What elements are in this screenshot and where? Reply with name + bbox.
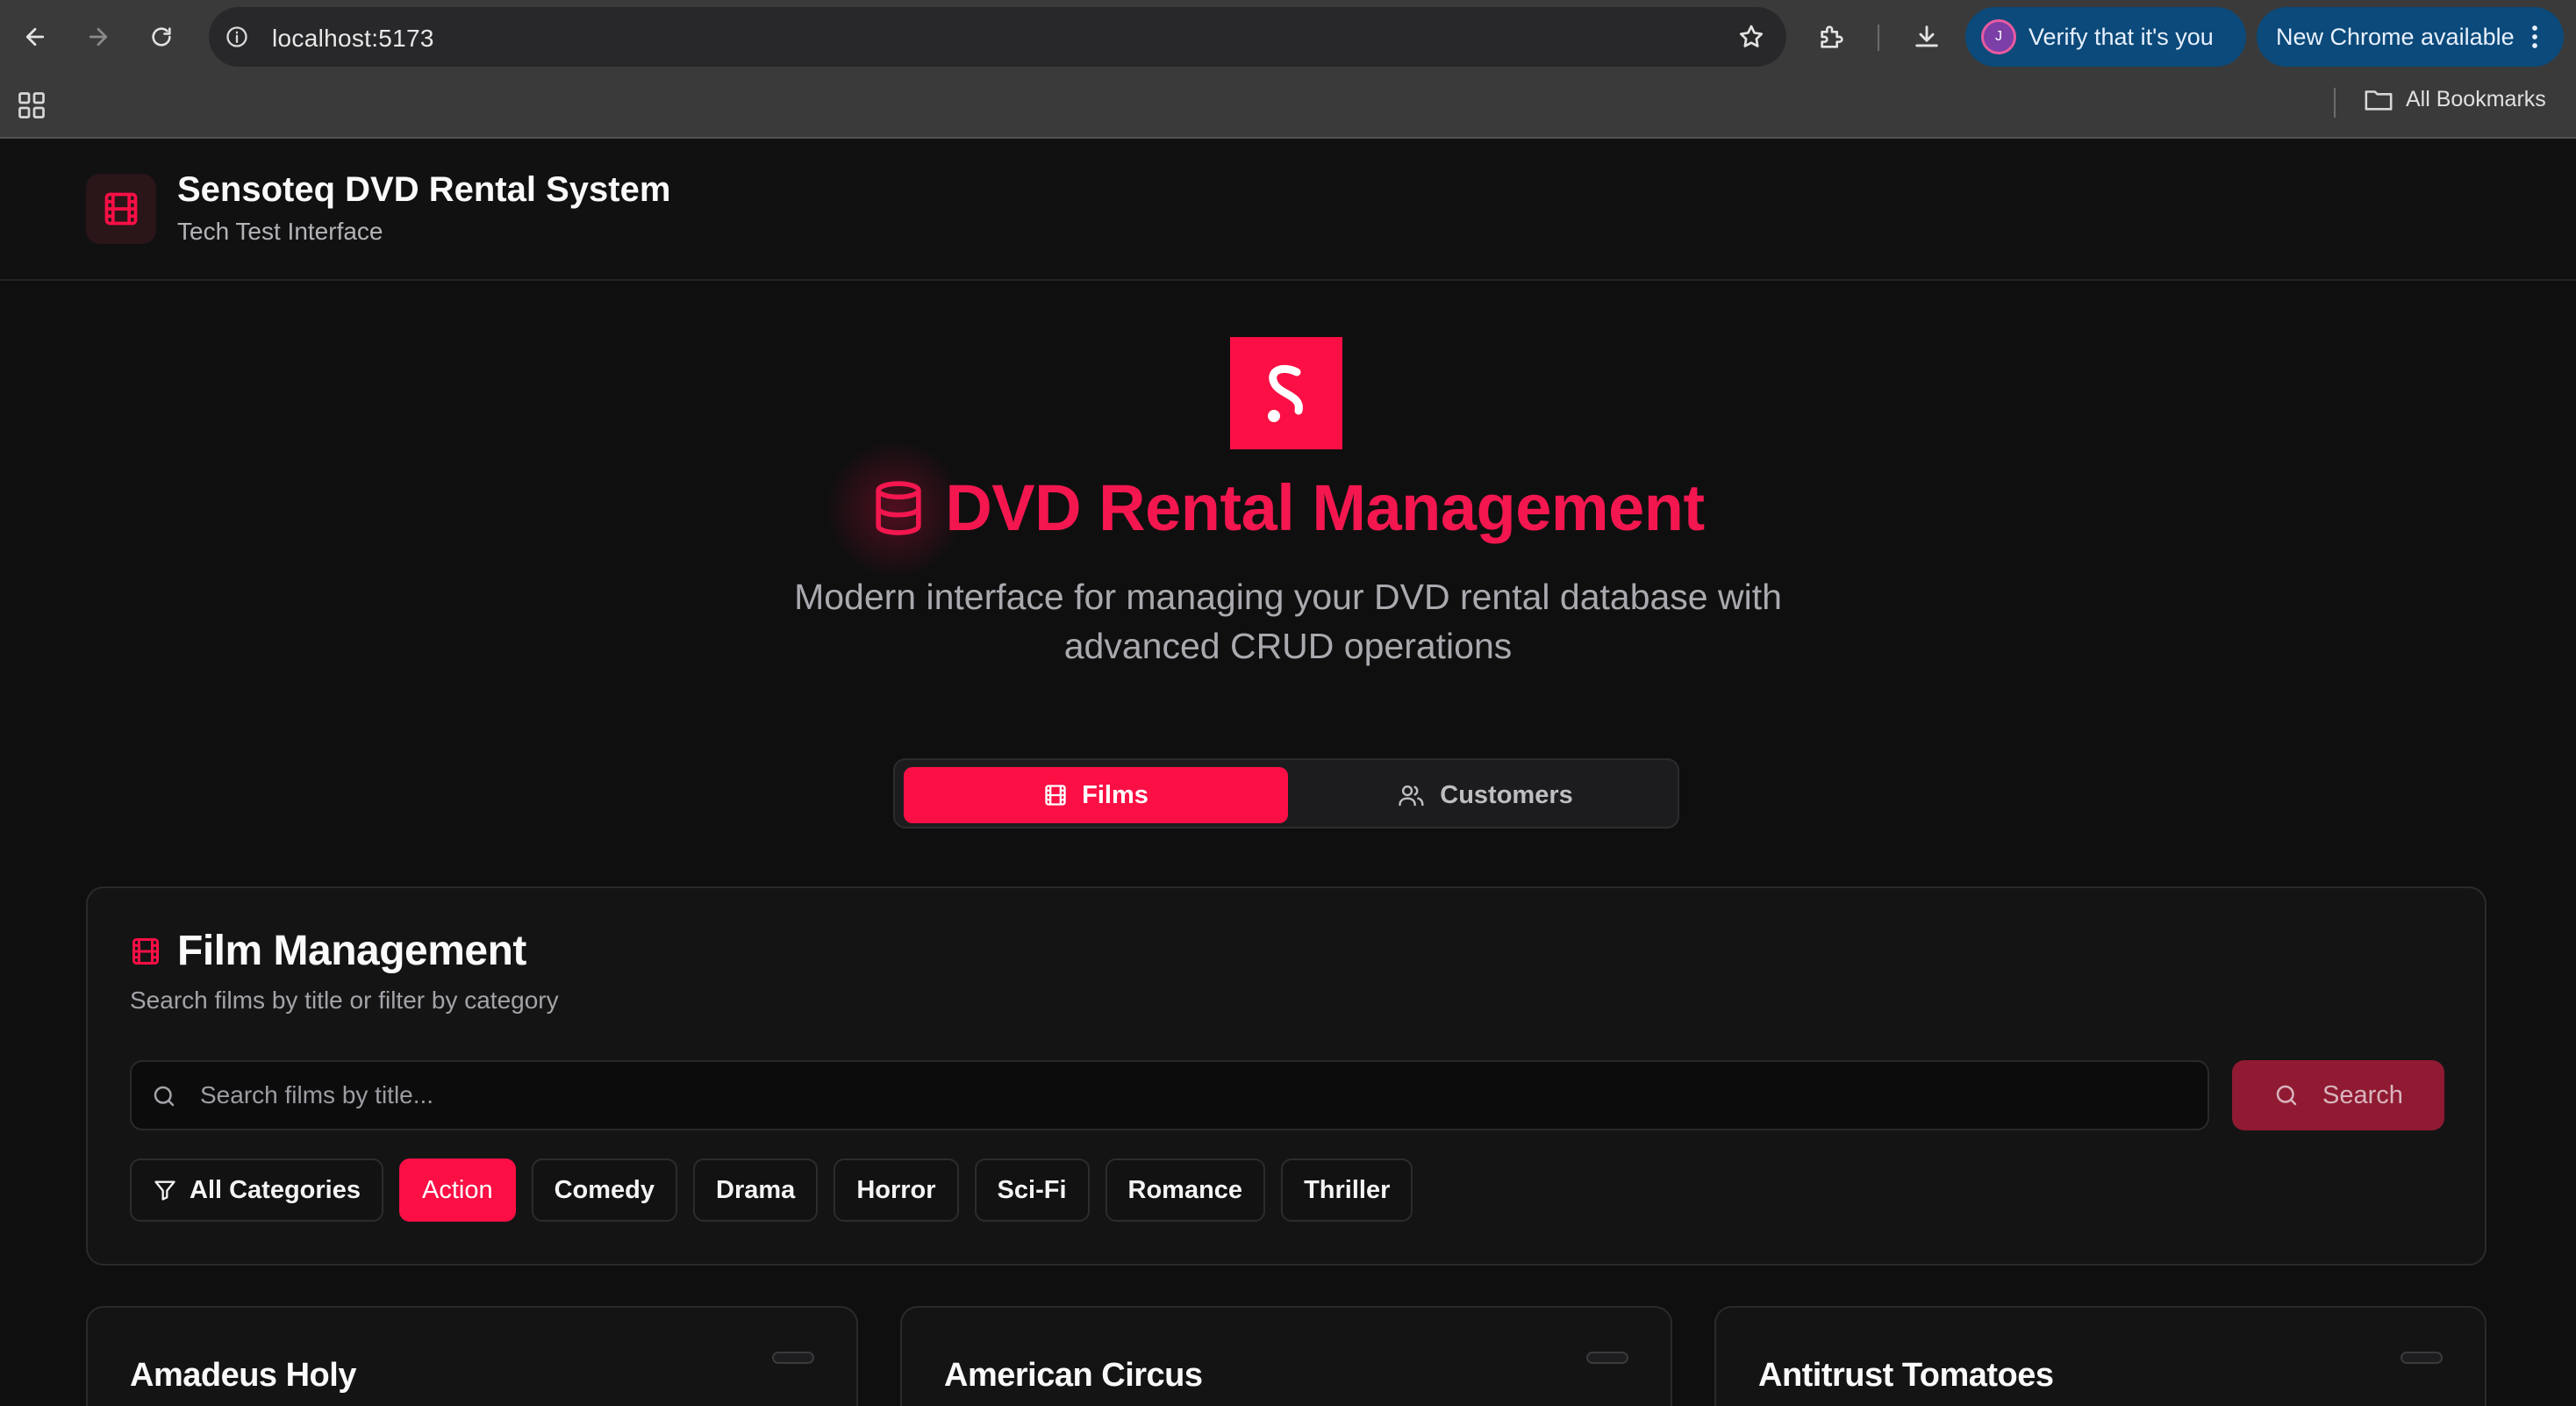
category-label: Sci-Fi <box>997 1175 1067 1204</box>
film-title: American Circus <box>944 1357 1203 1394</box>
more-vertical-icon <box>2531 25 2537 48</box>
category-label: Drama <box>716 1175 796 1204</box>
puzzle-icon <box>1821 25 1843 48</box>
reload-icon <box>152 27 171 47</box>
update-chrome-button[interactable]: New Chrome available <box>2257 7 2564 67</box>
address-bar[interactable]: localhost:5173 <box>209 7 1786 67</box>
app-title: Sensoteq DVD Rental System <box>177 170 671 209</box>
film-management-card: Film Management Search films by title or… <box>86 886 2487 1266</box>
category-thriller[interactable]: Thriller <box>1281 1159 1413 1222</box>
film-icon <box>132 937 159 965</box>
verify-identity-button[interactable]: J Verify that it's you <box>1965 7 2246 67</box>
toolbar-divider <box>1878 25 1879 51</box>
film-badge <box>2401 1352 2443 1364</box>
search-icon <box>154 1086 175 1107</box>
tab-films[interactable]: Films <box>904 767 1288 823</box>
tab-customers[interactable]: Customers <box>1293 767 1678 823</box>
all-bookmarks-button[interactable]: All Bookmarks <box>2364 86 2546 112</box>
bookmarks-bar: All Bookmarks <box>0 74 2576 139</box>
category-label: Horror <box>856 1175 936 1204</box>
profile-avatar: J <box>1981 19 2016 54</box>
folder-icon <box>2365 90 2393 111</box>
category-romance[interactable]: Romance <box>1105 1159 1266 1222</box>
category-comedy[interactable]: Comedy <box>531 1159 678 1222</box>
apps-grid-icon[interactable] <box>16 90 47 121</box>
search-icon <box>2276 1085 2297 1106</box>
filter-icon <box>154 1180 175 1201</box>
category-label: Action <box>422 1175 493 1204</box>
film-management-heading: Film Management <box>130 927 526 975</box>
film-card[interactable]: American Circus <box>900 1306 1672 1406</box>
category-sci-fi[interactable]: Sci-Fi <box>974 1159 1090 1222</box>
app-header: Sensoteq DVD Rental System Tech Test Int… <box>0 139 2576 281</box>
arrow-left-icon <box>25 27 45 47</box>
film-management-title: Film Management <box>177 928 526 974</box>
category-drama[interactable]: Drama <box>693 1159 819 1222</box>
back-button[interactable] <box>16 18 54 56</box>
database-icon <box>876 480 921 535</box>
verify-label: Verify that it's you <box>2029 23 2214 50</box>
film-icon <box>1045 785 1066 806</box>
search-button-label: Search <box>2322 1080 2403 1109</box>
sensoteq-s-icon <box>1268 365 1303 422</box>
category-label: Comedy <box>554 1175 655 1204</box>
hero-title: DVD Rental Management <box>945 471 1705 544</box>
browser-toolbar: localhost:5173 J Verify that it's you Ne… <box>0 0 2576 74</box>
arrow-right-icon <box>89 27 108 47</box>
category-horror[interactable]: Horror <box>834 1159 959 1222</box>
search-button[interactable]: Search <box>2232 1060 2444 1130</box>
sensoteq-logo <box>1230 337 1342 449</box>
main-tabs: Films Customers <box>893 758 1679 829</box>
all-bookmarks-label: All Bookmarks <box>2406 86 2546 111</box>
category-label: All Categories <box>190 1175 361 1204</box>
category-label: Thriller <box>1304 1175 1391 1204</box>
downloads-button[interactable] <box>1907 18 1946 56</box>
hero-description: Modern interface for managing your DVD r… <box>794 577 1782 666</box>
bookmarks-divider <box>2334 88 2336 118</box>
film-icon <box>104 192 138 226</box>
film-card[interactable]: Antitrust Tomatoes <box>1714 1306 2487 1406</box>
app-subtitle: Tech Test Interface <box>177 218 383 245</box>
extensions-button[interactable] <box>1813 18 1851 56</box>
app-logo <box>86 174 156 244</box>
tab-films-label: Films <box>1082 780 1148 809</box>
film-title: Amadeus Holy <box>130 1357 356 1394</box>
film-search-box <box>130 1060 2209 1130</box>
film-badge <box>772 1352 814 1364</box>
film-management-subtitle: Search films by title or filter by categ… <box>130 986 559 1014</box>
info-icon[interactable] <box>225 25 249 49</box>
forward-button[interactable] <box>79 18 118 56</box>
users-icon <box>1399 785 1424 807</box>
film-search-input[interactable] <box>200 1062 2192 1129</box>
category-action[interactable]: Action <box>399 1159 516 1222</box>
bookmark-star-icon[interactable] <box>1737 23 1765 51</box>
reload-button[interactable] <box>142 18 181 56</box>
film-title: Antitrust Tomatoes <box>1758 1357 2054 1394</box>
category-label: Romance <box>1127 1175 1243 1204</box>
tab-customers-label: Customers <box>1440 780 1573 809</box>
category-all[interactable]: All Categories <box>130 1159 383 1222</box>
update-label: New Chrome available <box>2276 23 2515 50</box>
hero-heading: DVD Rental Management <box>0 470 2576 545</box>
category-filters: All Categories Action Comedy Drama Horro… <box>130 1159 1428 1222</box>
download-icon <box>1915 25 1938 47</box>
url-text[interactable]: localhost:5173 <box>272 25 434 53</box>
film-badge <box>1586 1352 1628 1364</box>
film-card[interactable]: Amadeus Holy <box>86 1306 858 1406</box>
